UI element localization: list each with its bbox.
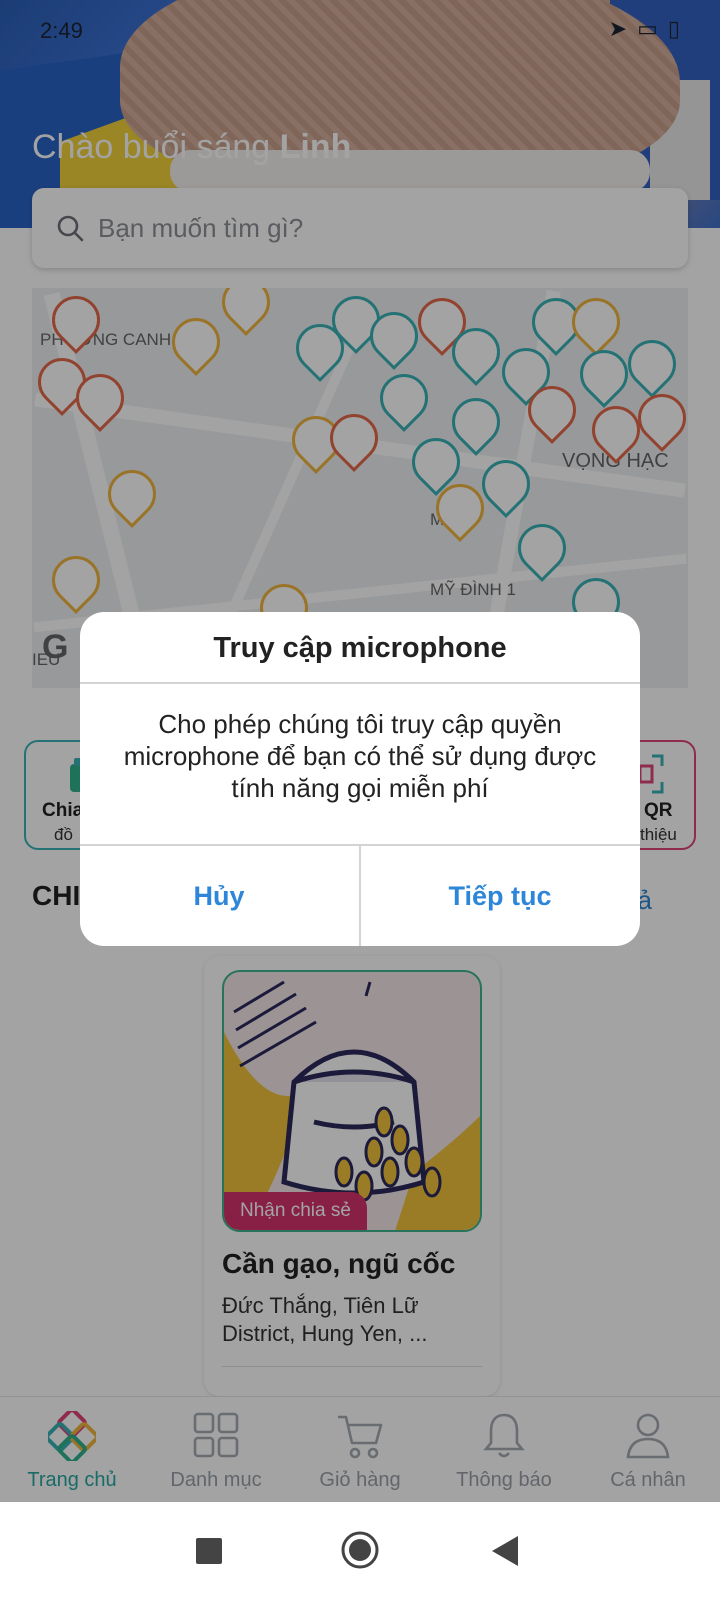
microphone-permission-dialog: Truy cập microphone Cho phép chúng tôi t… bbox=[80, 612, 640, 946]
home-button-icon[interactable] bbox=[340, 1530, 380, 1570]
dialog-message: Cho phép chúng tôi truy cập quyền microp… bbox=[123, 709, 597, 803]
dialog-divider bbox=[80, 682, 640, 684]
cancel-button[interactable]: Hủy bbox=[80, 846, 358, 946]
dialog-title: Truy cập microphone bbox=[213, 632, 507, 664]
back-icon[interactable] bbox=[492, 1536, 520, 1566]
continue-button[interactable]: Tiếp tục bbox=[361, 846, 639, 946]
system-navigation-bar bbox=[0, 1502, 720, 1600]
recents-icon[interactable] bbox=[196, 1538, 222, 1564]
